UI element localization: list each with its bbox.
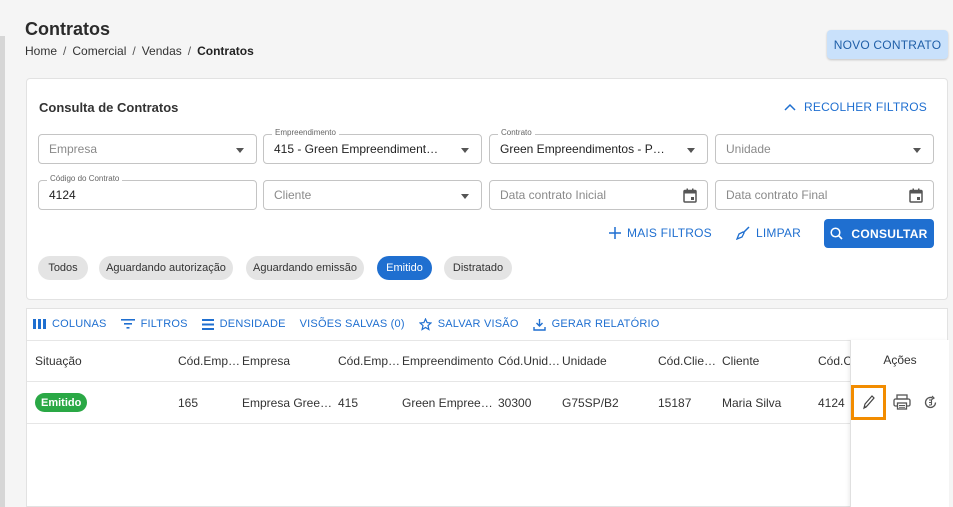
filters-label: FILTROS <box>140 318 188 330</box>
breadcrumb-comercial[interactable]: Comercial <box>72 44 126 58</box>
saved-views-label: VISÕES SALVAS (0) <box>299 318 405 330</box>
contrato-select[interactable]: Contrato Green Empreendimentos - P… <box>489 128 708 164</box>
chevron-down-icon <box>236 148 244 153</box>
col-cod-unidade[interactable]: Cód.Unid… <box>498 354 560 368</box>
chip-emitido[interactable]: Emitido <box>377 256 432 280</box>
cell-cod-cliente: 15187 <box>658 396 692 410</box>
table-header: Situação Cód.Emp… Empresa Cód.Emp… Empre… <box>27 340 947 382</box>
history-icon[interactable] <box>923 395 938 410</box>
cell-cliente: Maria Silva <box>722 396 782 410</box>
edit-button[interactable] <box>851 385 886 420</box>
cell-unidade: G75SP/B2 <box>562 396 619 410</box>
search-icon <box>830 227 843 240</box>
results-table: COLUNAS FILTROS DENSIDADE VISÕES SALVAS … <box>26 308 949 507</box>
save-view-button[interactable]: SALVAR VISÃO <box>418 317 519 331</box>
codigo-contrato-input[interactable]: Código do Contrato 4124 <box>38 174 257 210</box>
chevron-down-icon <box>687 148 695 153</box>
search-button[interactable]: CONSULTAR <box>824 219 934 248</box>
columns-button[interactable]: COLUNAS <box>33 318 107 330</box>
more-filters-button[interactable]: MAIS FILTROS <box>609 226 712 240</box>
search-label: CONSULTAR <box>851 226 928 241</box>
chevron-down-icon <box>461 148 469 153</box>
empreendimento-select[interactable]: Empreendimento 415 - Green Empreendiment… <box>263 128 482 164</box>
contrato-value: Green Empreendimentos - P… <box>500 142 665 156</box>
col-cliente[interactable]: Cliente <box>722 354 759 368</box>
col-empreendimento[interactable]: Empreendimento <box>402 354 493 368</box>
chip-distratado[interactable]: Distratado <box>444 256 512 280</box>
collapse-filters-label: RECOLHER FILTROS <box>804 100 927 114</box>
filters-title: Consulta de Contratos <box>39 100 179 115</box>
pencil-icon <box>863 395 875 410</box>
filter-icon <box>120 319 135 329</box>
breadcrumb-contratos: Contratos <box>197 44 254 58</box>
data-inicial-placeholder: Data contrato Inicial <box>500 188 607 202</box>
cell-cod-contrato: 4124 <box>818 396 845 410</box>
filters-card: Consulta de Contratos RECOLHER FILTROS E… <box>26 78 948 300</box>
cell-cod-unidade: 30300 <box>498 396 532 410</box>
star-icon <box>418 317 432 331</box>
unidade-placeholder: Unidade <box>726 142 771 156</box>
empreendimento-value: 415 - Green Empreendiment… <box>274 142 439 156</box>
col-unidade[interactable]: Unidade <box>562 354 607 368</box>
chevron-down-icon <box>913 148 921 153</box>
download-icon <box>532 318 546 331</box>
cell-cod-empreendimento: 415 <box>338 396 359 410</box>
clear-button[interactable]: LIMPAR <box>736 226 801 240</box>
codigo-contrato-value: 4124 <box>49 188 76 202</box>
columns-label: COLUNAS <box>52 318 107 330</box>
col-acoes: Ações <box>883 353 917 367</box>
breadcrumb-vendas[interactable]: Vendas <box>142 44 182 58</box>
status-badge: Emitido <box>35 393 88 412</box>
broom-icon <box>736 226 750 240</box>
density-icon <box>201 318 214 330</box>
breadcrumb-home[interactable]: Home <box>25 44 57 58</box>
chip-todos[interactable]: Todos <box>38 256 88 280</box>
col-cod-cliente[interactable]: Cód.Clie… <box>658 354 716 368</box>
cell-empresa: Empresa Gree… <box>242 396 333 410</box>
codigo-contrato-label: Código do Contrato <box>47 174 123 183</box>
density-button[interactable]: DENSIDADE <box>201 318 286 330</box>
chip-aguardando-emissao[interactable]: Aguardando emissão <box>246 256 364 280</box>
chip-aguardando-autorizacao[interactable]: Aguardando autorização <box>99 256 233 280</box>
cell-cod-empresa: 165 <box>178 396 199 410</box>
chevron-up-icon <box>784 103 796 111</box>
columns-icon <box>33 319 46 329</box>
data-final-placeholder: Data contrato Final <box>726 188 828 202</box>
cliente-placeholder: Cliente <box>274 188 312 202</box>
save-view-label: SALVAR VISÃO <box>437 318 519 330</box>
col-cod-empresa[interactable]: Cód.Emp… <box>178 354 240 368</box>
report-button[interactable]: GERAR RELATÓRIO <box>532 318 660 331</box>
more-filters-label: MAIS FILTROS <box>627 226 712 240</box>
cliente-select[interactable]: Cliente <box>263 180 482 210</box>
calendar-icon[interactable] <box>909 188 923 203</box>
density-label: DENSIDADE <box>219 318 286 330</box>
filters-button[interactable]: FILTROS <box>120 318 188 330</box>
clear-label: LIMPAR <box>756 226 801 240</box>
saved-views-button[interactable]: VISÕES SALVAS (0) <box>300 318 405 330</box>
data-final-input[interactable]: Data contrato Final <box>715 180 934 210</box>
unidade-select[interactable]: Unidade <box>715 134 934 164</box>
page-title: Contratos <box>25 19 110 39</box>
empresa-placeholder: Empresa <box>49 142 98 156</box>
plus-icon <box>609 227 621 239</box>
new-contract-button[interactable]: NOVO CONTRATO <box>827 30 948 59</box>
calendar-icon[interactable] <box>683 188 697 203</box>
contrato-label: Contrato <box>498 128 535 137</box>
table-row[interactable]: Emitido 165 Empresa Gree… 415 Green Empr… <box>27 382 947 424</box>
data-inicial-input[interactable]: Data contrato Inicial <box>489 180 708 210</box>
actions-column: Ações <box>850 340 949 507</box>
print-icon[interactable] <box>893 394 911 410</box>
col-empresa[interactable]: Empresa <box>242 354 290 368</box>
cell-empreendimento: Green Empree… <box>402 396 493 410</box>
empreendimento-label: Empreendimento <box>272 128 339 137</box>
col-situacao[interactable]: Situação <box>35 354 82 368</box>
collapse-filters-button[interactable]: RECOLHER FILTROS <box>784 100 927 114</box>
sidebar-edge <box>0 36 5 507</box>
breadcrumb: Home / Comercial / Vendas / Contratos <box>25 44 254 58</box>
chevron-down-icon <box>461 194 469 199</box>
col-cod-empreendimento[interactable]: Cód.Emp… <box>338 354 400 368</box>
table-toolbar: COLUNAS FILTROS DENSIDADE VISÕES SALVAS … <box>27 309 947 339</box>
report-label: GERAR RELATÓRIO <box>551 318 660 330</box>
empresa-select[interactable]: Empresa <box>38 134 257 164</box>
